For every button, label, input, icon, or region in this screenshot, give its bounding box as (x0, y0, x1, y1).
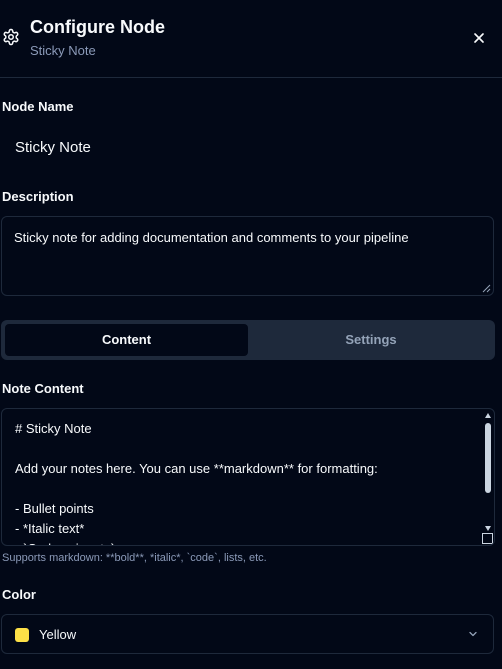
color-swatch (15, 628, 29, 642)
node-name-input[interactable]: Sticky Note (1, 126, 494, 168)
tab-list: Content Settings (1, 320, 495, 360)
panel-header: Configure Node Sticky Note (0, 0, 502, 78)
color-value: Yellow (39, 627, 77, 642)
color-select[interactable]: Yellow (1, 614, 494, 654)
scroll-up-arrow-icon[interactable] (485, 413, 491, 418)
note-content-text: # Sticky Note Add your notes here. You c… (15, 421, 378, 545)
gear-icon (3, 28, 19, 46)
markdown-hint: Supports markdown: **bold**, *italic*, `… (2, 552, 267, 564)
color-label: Color (2, 587, 36, 602)
scroll-down-arrow-icon[interactable] (485, 526, 491, 531)
description-textarea[interactable]: Sticky note for adding documentation and… (1, 216, 494, 296)
note-content-label: Note Content (2, 381, 84, 396)
panel-title: Configure Node (30, 17, 165, 37)
panel-subtitle: Sticky Note (30, 43, 96, 58)
configure-node-panel: Configure Node Sticky Note Node Name Sti… (0, 0, 502, 669)
close-icon[interactable] (471, 30, 487, 46)
node-name-label: Node Name (2, 99, 74, 114)
resize-handle-icon[interactable] (482, 533, 493, 544)
description-label: Description (2, 189, 74, 204)
chevron-down-icon (469, 631, 477, 637)
tab-content[interactable]: Content (5, 324, 248, 356)
tab-settings[interactable]: Settings (251, 324, 491, 356)
scrollbar[interactable] (483, 410, 493, 532)
scrollbar-thumb[interactable] (485, 423, 491, 493)
resize-handle-icon[interactable] (482, 284, 491, 293)
description-text: Sticky note for adding documentation and… (14, 230, 409, 245)
note-content-textarea[interactable]: # Sticky Note Add your notes here. You c… (1, 408, 495, 546)
